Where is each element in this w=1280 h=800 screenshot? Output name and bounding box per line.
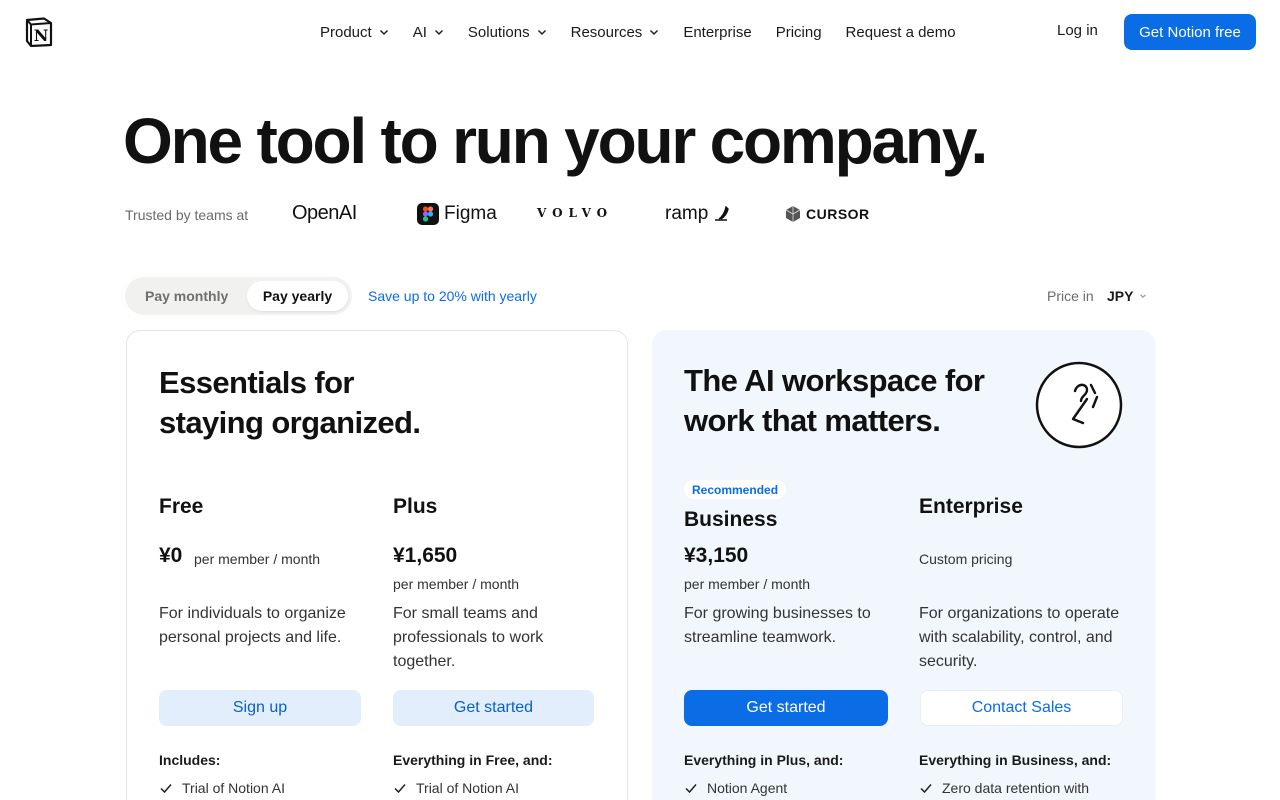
get-started-business-button[interactable]: Get started — [684, 690, 888, 726]
ai-face-icon — [1035, 361, 1123, 449]
brand-logo-figma: Figma — [417, 203, 497, 225]
feature-label: Trial of Notion AI — [182, 780, 285, 796]
brand-logo-openai: OpenAI — [292, 202, 357, 225]
features-title-enterprise: Everything in Business, and: — [919, 752, 1112, 768]
brand-name: VOLVO — [537, 206, 614, 220]
save-note: Save up to 20% with yearly — [368, 288, 537, 304]
brand-logo-cursor: CURSOR — [785, 205, 870, 223]
price-business: ¥3,150 — [684, 544, 749, 567]
features-title-business: Everything in Plus, and: — [684, 752, 844, 768]
billing-toggle: Pay monthly Pay yearly — [125, 277, 352, 315]
feature-item: Trial of Notion AI — [393, 780, 519, 796]
nav-item-enterprise[interactable]: Enterprise — [683, 22, 751, 42]
trusted-by-label: Trusted by teams at — [125, 207, 249, 223]
chevron-down-icon — [537, 29, 546, 36]
check-icon — [394, 784, 406, 794]
per-member-business: per member / month — [684, 576, 811, 592]
check-icon — [685, 784, 697, 794]
figma-icon — [417, 203, 439, 225]
brand-logo-volvo: VOLVO — [537, 206, 613, 220]
chevron-down-icon — [650, 29, 659, 36]
heading-line: The AI workspace for — [684, 363, 985, 398]
feature-label: Trial of Notion AI — [416, 780, 519, 796]
nav-item-pricing[interactable]: Pricing — [776, 22, 822, 42]
desc-enterprise: For organizations to operate with scalab… — [919, 605, 1120, 670]
nav-item-ai[interactable]: AI — [413, 22, 444, 42]
ai-workspace-heading: The AI workspace for work that matters. — [684, 361, 985, 441]
sign-up-button[interactable]: Sign up — [159, 690, 361, 726]
plan-name-enterprise: Enterprise — [919, 495, 1023, 518]
feature-label: Notion Agent — [707, 780, 788, 796]
heading-line: staying organized. — [159, 405, 421, 440]
page-title: One tool to run your company. — [123, 105, 988, 177]
nav-item-solutions[interactable]: Solutions — [468, 22, 547, 42]
nav-item-label: Resources — [570, 23, 643, 41]
heading-line: work that matters. — [684, 403, 941, 438]
recommended-badge: Recommended — [684, 480, 787, 499]
ramp-icon — [715, 206, 730, 221]
features-title-free: Includes: — [159, 752, 221, 768]
price-free: ¥0 — [159, 544, 183, 567]
cursor-icon — [785, 206, 801, 222]
check-icon — [160, 784, 172, 794]
desc-business: For growing businesses to streamline tea… — [684, 605, 871, 646]
nav-item-label: Pricing — [775, 23, 822, 41]
feature-label: Zero data retention with — [942, 780, 1090, 796]
chevron-down-icon — [379, 29, 388, 36]
svg-text:N: N — [34, 26, 49, 45]
nav-item-label: AI — [412, 23, 427, 41]
brand-name: Figma — [444, 203, 497, 224]
feature-item: Zero data retention with — [919, 780, 1089, 796]
brand-name: OpenAI — [292, 202, 357, 224]
login-link[interactable]: Log in — [1057, 22, 1098, 39]
nav-item-product[interactable]: Product — [320, 22, 389, 42]
chevron-down-icon — [434, 29, 443, 36]
price-plus: ¥1,650 — [393, 544, 458, 567]
pay-yearly-option[interactable]: Pay yearly — [247, 281, 348, 311]
nav-item-request-demo[interactable]: Request a demo — [846, 22, 956, 42]
plan-name-plus: Plus — [393, 495, 438, 518]
feature-item: Notion Agent — [684, 780, 787, 796]
nav-links: Product AI Solutions Resources Enterpris… — [320, 22, 980, 42]
price-in-label: Price in — [1047, 288, 1094, 304]
essentials-heading: Essentials for staying organized. — [159, 363, 421, 443]
top-navigation: N Product AI Solutions Resources Enterpr… — [0, 0, 1280, 64]
chevron-down-icon — [1140, 294, 1147, 299]
plan-name-free: Free — [159, 495, 204, 518]
per-member-free: per member / month — [194, 551, 321, 567]
feature-item: Trial of Notion AI — [159, 780, 285, 796]
brand-name: CURSOR — [806, 206, 870, 222]
desc-free: For individuals to organize personal pro… — [159, 605, 346, 646]
plan-name-business: Business — [684, 508, 778, 531]
nav-item-label: Request a demo — [845, 23, 956, 41]
get-notion-free-button[interactable]: Get Notion free — [1124, 14, 1256, 50]
notion-logo-icon[interactable]: N — [24, 17, 54, 48]
nav-item-resources[interactable]: Resources — [571, 22, 660, 42]
currency-select[interactable]: JPY — [1107, 288, 1147, 304]
pay-monthly-option[interactable]: Pay monthly — [145, 288, 228, 304]
desc-plus: For small teams and professionals to wor… — [393, 605, 544, 670]
check-icon — [920, 784, 932, 794]
currency-value: JPY — [1107, 288, 1134, 304]
custom-pricing: Custom pricing — [919, 551, 1013, 567]
heading-line: Essentials for — [159, 365, 355, 400]
nav-item-label: Solutions — [467, 23, 530, 41]
get-started-plus-button[interactable]: Get started — [393, 690, 594, 726]
per-member-plus: per member / month — [393, 576, 520, 592]
brand-logo-ramp: ramp — [665, 203, 731, 225]
nav-item-label: Product — [320, 23, 372, 41]
nav-item-label: Enterprise — [683, 23, 752, 41]
contact-sales-button[interactable]: Contact Sales — [920, 690, 1123, 726]
brand-name: ramp — [665, 203, 709, 224]
features-title-plus: Everything in Free, and: — [393, 752, 553, 768]
